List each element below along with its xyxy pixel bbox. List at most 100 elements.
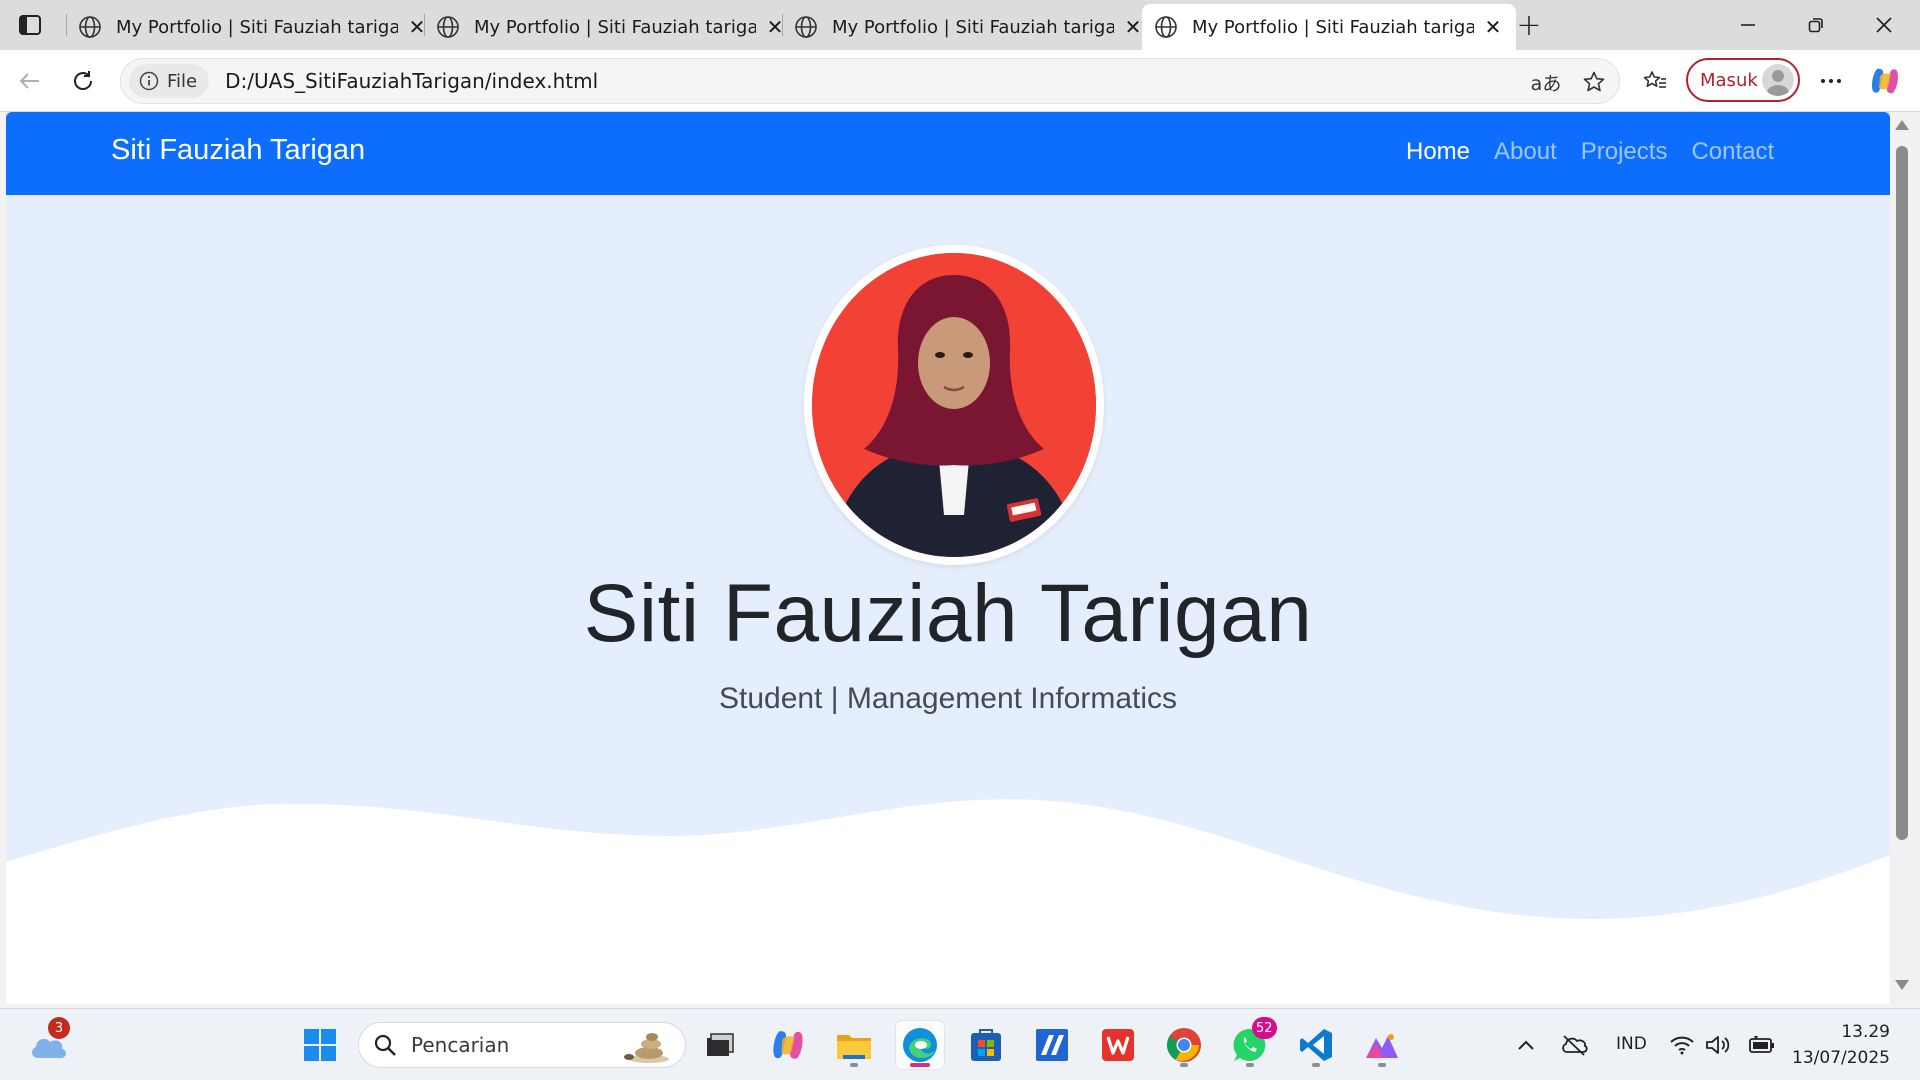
tab-4-active[interactable]: My Portfolio | Siti Fauziah tarigan ✕ — [1142, 4, 1516, 50]
weather-widget[interactable]: 3 — [24, 1017, 72, 1069]
taskbar-photos[interactable] — [1358, 1021, 1406, 1069]
tab-title: My Portfolio | Siti Fauziah tarigan — [1192, 16, 1474, 38]
globe-icon — [795, 16, 817, 38]
taskbar-clock[interactable]: 13.29 13/07/2025 — [1790, 1019, 1890, 1071]
globe-icon — [437, 16, 459, 38]
avatar-icon — [1762, 64, 1794, 96]
navbar-brand[interactable]: Siti Fauziah Tarigan — [111, 134, 365, 167]
taskbar-wps[interactable] — [1094, 1021, 1142, 1069]
copilot-icon — [773, 1031, 803, 1059]
new-tab-button[interactable]: + — [1512, 8, 1546, 43]
tab-title: My Portfolio | Siti Fauziah tarigan — [116, 16, 398, 38]
close-icon[interactable]: ✕ — [1122, 15, 1144, 39]
copilot-icon — [1872, 68, 1898, 94]
windows-logo-icon — [304, 1029, 336, 1061]
back-button[interactable] — [10, 62, 48, 100]
search-icon — [374, 1034, 396, 1056]
star-icon[interactable] — [1577, 65, 1611, 99]
favorites-icon — [1643, 71, 1666, 88]
taskbar-copilot[interactable] — [764, 1021, 812, 1069]
tab-2[interactable]: My Portfolio | Siti Fauziah tarigan ✕ — [424, 4, 798, 50]
clock-time: 13.29 — [1841, 1022, 1890, 1042]
restore-button[interactable] — [1786, 0, 1846, 50]
info-icon — [139, 71, 159, 91]
copilot-button[interactable] — [1866, 62, 1904, 100]
close-window-button[interactable] — [1854, 0, 1914, 50]
profile-signin-button[interactable]: Masuk — [1686, 58, 1800, 102]
wps-icon — [1102, 1029, 1134, 1061]
nav-link-projects[interactable]: Projects — [1581, 138, 1668, 166]
hero-subtitle: Student | Management Informatics — [718, 682, 1178, 715]
volume-tray[interactable] — [1700, 1021, 1736, 1069]
cloud-offline-icon — [1562, 1035, 1588, 1056]
profile-label: Masuk — [1700, 69, 1758, 91]
read-aloud-translate-icon[interactable]: aあ — [1529, 65, 1563, 99]
nav-link-home[interactable]: Home — [1406, 138, 1470, 166]
speaker-icon — [1706, 1036, 1730, 1054]
onedrive-tray[interactable] — [1550, 1021, 1598, 1069]
hero-section: Siti Fauziah Tarigan Student | Managemen… — [6, 195, 1890, 1004]
taskbar-edge[interactable] — [896, 1021, 944, 1069]
taskbar-chrome[interactable] — [1160, 1021, 1208, 1069]
site-info-label: File — [167, 70, 198, 92]
back-arrow-icon — [19, 73, 39, 89]
edge-icon — [903, 1028, 937, 1062]
taskbar-whatsapp[interactable]: 52 — [1226, 1017, 1277, 1069]
task-view-icon — [707, 1033, 734, 1056]
battery-charging-icon — [1749, 1036, 1774, 1053]
nav-link-contact[interactable]: Contact — [1691, 138, 1774, 166]
running-indicator — [1312, 1063, 1320, 1067]
more-dots-icon — [1821, 79, 1841, 83]
hero-name: Siti Fauziah Tarigan — [583, 568, 1313, 659]
browser-toolbar: File D:/UAS_SitiFauziahTarigan/index.htm… — [0, 50, 1920, 112]
navbar-links: Home About Projects Contact — [1406, 138, 1774, 166]
tab-1[interactable]: My Portfolio | Siti Fauziah tarigan ✕ — [66, 4, 440, 50]
start-button[interactable] — [296, 1021, 344, 1069]
vscode-icon — [1300, 1029, 1332, 1061]
tab-title: My Portfolio | Siti Fauziah tarigan — [832, 16, 1114, 38]
scroll-up-arrow-icon[interactable] — [1895, 120, 1909, 130]
url-text[interactable]: D:/UAS_SitiFauziahTarigan/index.html — [225, 69, 598, 93]
input-language[interactable]: IND — [1616, 1034, 1647, 1054]
globe-icon — [79, 16, 101, 38]
site-info-button[interactable]: File — [129, 64, 210, 98]
taskbar-search[interactable]: Pencarian — [358, 1022, 686, 1068]
taskbar-file-explorer[interactable] — [830, 1021, 878, 1069]
wifi-tray[interactable] — [1664, 1021, 1700, 1069]
close-icon[interactable]: ✕ — [1482, 15, 1504, 39]
scroll-down-arrow-icon[interactable] — [1895, 980, 1909, 990]
running-indicator — [1246, 1063, 1254, 1067]
show-hidden-icons-button[interactable] — [1502, 1021, 1550, 1069]
favorites-button[interactable] — [1636, 62, 1674, 100]
tab-3[interactable]: My Portfolio | Siti Fauziah tarigan ✕ — [782, 4, 1156, 50]
battery-tray[interactable] — [1744, 1021, 1780, 1069]
folder-icon — [837, 1035, 871, 1059]
nav-link-about[interactable]: About — [1494, 138, 1557, 166]
task-view-button[interactable] — [696, 1021, 744, 1069]
active-indicator — [910, 1063, 930, 1067]
more-menu-button[interactable] — [1812, 62, 1850, 100]
reload-icon — [74, 71, 93, 90]
photos-icon — [1366, 1034, 1398, 1058]
chrome-icon — [1167, 1028, 1201, 1062]
site-navbar: Siti Fauziah Tarigan Home About Projects… — [6, 112, 1890, 195]
address-bar[interactable]: File D:/UAS_SitiFauziahTarigan/index.htm… — [120, 58, 1620, 104]
close-icon — [1876, 17, 1892, 33]
search-placeholder: Pencarian — [411, 1033, 510, 1057]
minimize-button[interactable] — [1718, 0, 1778, 50]
taskbar-store[interactable] — [962, 1021, 1010, 1069]
profile-photo — [812, 253, 1096, 557]
taskbar-vscode[interactable] — [1292, 1021, 1340, 1069]
tab-strip: My Portfolio | Siti Fauziah tarigan ✕ My… — [0, 0, 1920, 50]
clock-date: 13/07/2025 — [1792, 1048, 1890, 1068]
reload-button[interactable] — [64, 62, 102, 100]
app-blue-icon — [1036, 1029, 1068, 1061]
minimize-icon — [1741, 24, 1755, 26]
taskbar-app-blue[interactable] — [1028, 1021, 1076, 1069]
wifi-icon — [1670, 1036, 1694, 1055]
scrollbar-thumb[interactable] — [1896, 146, 1908, 840]
restore-icon — [1808, 18, 1823, 33]
store-icon — [971, 1029, 1001, 1061]
web-page-viewport: Siti Fauziah Tarigan Student | Managemen… — [6, 112, 1890, 1004]
tab-actions-icon[interactable] — [14, 10, 46, 40]
